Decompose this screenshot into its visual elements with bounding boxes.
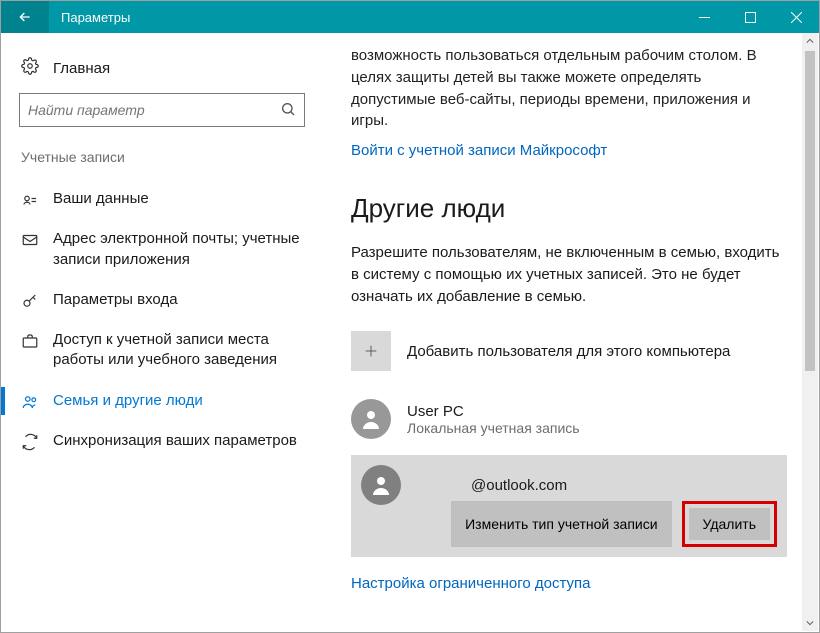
section-title: Другие люди [351,193,787,224]
sidebar-item-family[interactable]: Семья и другие люди [19,381,319,421]
sidebar-item-work-school[interactable]: Доступ к учетной записи места работы или… [19,320,319,381]
search-box[interactable] [19,93,305,127]
restricted-access-link[interactable]: Настройка ограниченного доступа [351,575,591,592]
add-user-label: Добавить пользователя для этого компьюте… [407,343,730,360]
briefcase-icon [21,332,39,350]
signin-microsoft-link[interactable]: Войти с учетной записи Майкрософт [351,142,607,159]
delete-button[interactable]: Удалить [689,508,770,540]
sidebar-item-label: Параметры входа [53,290,178,310]
people-icon [21,393,39,411]
avatar-icon [351,399,391,439]
back-button[interactable] [1,1,49,33]
add-user-row[interactable]: Добавить пользователя для этого компьюте… [351,331,787,371]
user-row[interactable]: @outlook.com [361,465,777,505]
section-paragraph: Разрешите пользователям, не включенным в… [351,242,787,307]
close-button[interactable] [773,1,819,33]
search-input[interactable] [28,102,280,118]
category-label: Учетные записи [19,149,323,165]
maximize-button[interactable] [727,1,773,33]
sidebar-item-label: Адрес электронной почты; учетные записи … [53,229,309,270]
search-icon [280,101,296,120]
scrollbar-thumb[interactable] [805,51,815,371]
sidebar-item-label: Синхронизация ваших параметров [53,431,297,451]
sidebar-item-label: Семья и другие люди [53,391,203,411]
sidebar-item-your-info[interactable]: Ваши данные [19,179,319,219]
sidebar-item-sync[interactable]: Синхронизация ваших параметров [19,421,319,461]
user-name: @outlook.com [417,477,567,494]
gear-icon [21,57,39,79]
change-account-type-button[interactable]: Изменить тип учетной записи [451,501,671,547]
minimize-button[interactable] [681,1,727,33]
user-name: User PC [407,403,580,420]
highlight-box: Удалить [682,501,777,547]
intro-paragraph: возможность пользоваться отдельным рабоч… [351,45,787,132]
sync-icon [21,433,39,451]
avatar-icon [361,465,401,505]
user-row[interactable]: User PC Локальная учетная запись [351,393,787,445]
home-label: Главная [53,60,110,77]
home-nav[interactable]: Главная [19,51,323,93]
scroll-down-arrow[interactable] [802,615,818,631]
sidebar-item-label: Ваши данные [53,189,149,209]
user-type: Локальная учетная запись [407,420,580,436]
id-card-icon [21,191,39,209]
scrollbar[interactable] [802,33,818,631]
key-icon [21,292,39,310]
sidebar-item-email[interactable]: Адрес электронной почты; учетные записи … [19,219,319,280]
sidebar-item-signin-options[interactable]: Параметры входа [19,280,319,320]
plus-icon [351,331,391,371]
selected-user-block: @outlook.com Изменить тип учетной записи… [351,455,787,557]
window-title: Параметры [49,1,142,33]
scroll-up-arrow[interactable] [802,33,818,49]
sidebar-item-label: Доступ к учетной записи места работы или… [53,330,309,371]
mail-icon [21,231,39,249]
